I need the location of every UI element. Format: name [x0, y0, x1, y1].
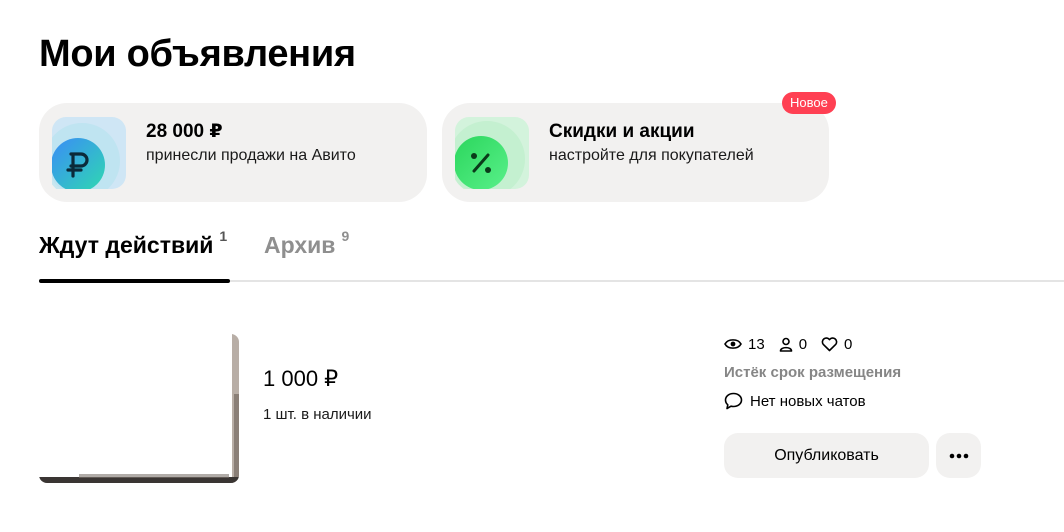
tab-archive-label: Архив	[264, 232, 336, 258]
chat-bubble-icon	[724, 392, 743, 410]
views-count: 13	[748, 335, 765, 353]
new-badge: Новое	[782, 92, 836, 114]
page-title: Мои объявления	[39, 33, 356, 75]
person-icon	[779, 337, 792, 352]
listing-photo-image	[39, 334, 239, 483]
listing-price[interactable]: 1 000 ₽	[263, 366, 338, 392]
tab-archive-count: 9	[341, 228, 350, 244]
sales-subtitle: принесли продажи на Авито	[146, 147, 356, 164]
page: Мои объявления 28 000 ₽ принесли продажи…	[0, 0, 1064, 532]
percent-icon	[455, 117, 529, 189]
discounts-subtitle: настройте для покупателей	[549, 147, 754, 164]
contacts-stat: 0	[779, 336, 807, 353]
tab-archive[interactable]: Архив 9	[264, 228, 349, 259]
listing-photo[interactable]	[39, 334, 239, 483]
publish-button[interactable]: Опубликовать	[724, 433, 929, 478]
sales-promo-card[interactable]: 28 000 ₽ принесли продажи на Авито	[39, 103, 427, 202]
tab-awaiting-label: Ждут действий	[39, 232, 214, 258]
chats-info[interactable]: Нет новых чатов	[724, 392, 866, 410]
more-dots-icon	[949, 453, 968, 458]
eye-icon	[724, 339, 742, 349]
more-actions-button[interactable]	[936, 433, 981, 478]
ruble-icon	[52, 117, 126, 189]
discounts-title: Скидки и акции	[549, 121, 695, 142]
chats-label: Нет новых чатов	[750, 392, 866, 410]
tab-awaiting-count: 1	[219, 228, 228, 244]
favorites-count: 0	[844, 335, 853, 353]
sales-amount: 28 000 ₽	[146, 121, 223, 142]
listing-stock: 1 шт. в наличии	[263, 406, 372, 423]
listing-status: Истёк срок размещения	[724, 364, 902, 381]
heart-icon	[821, 336, 838, 351]
listing-tabs: Ждут действий 1 Архив 9	[39, 228, 1064, 284]
favorites-stat: 0	[821, 336, 852, 353]
tab-awaiting-action[interactable]: Ждут действий 1	[39, 228, 227, 259]
listing-stats: 13 0 0	[724, 333, 866, 355]
discounts-promo-card[interactable]: Скидки и акции настройте для покупателей	[442, 103, 829, 202]
contacts-count: 0	[798, 335, 808, 353]
active-tab-indicator	[39, 279, 230, 283]
views-stat: 13	[724, 336, 765, 353]
